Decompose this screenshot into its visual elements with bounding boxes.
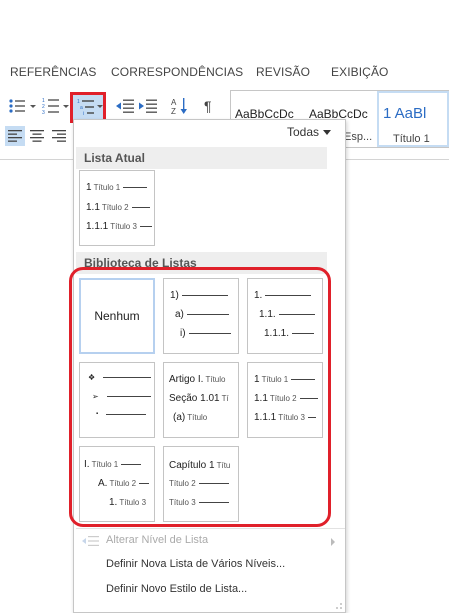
change-list-level-menu-item[interactable]: Alterar Nível de Lista: [106, 534, 208, 546]
decrease-indent-icon[interactable]: [116, 99, 134, 113]
bullets-icon: [9, 99, 25, 113]
align-left-button[interactable]: [5, 126, 25, 146]
align-center-icon[interactable]: [30, 130, 44, 142]
list-level-1: 1 Título 1: [86, 182, 148, 193]
chevron-down-icon: [97, 105, 103, 108]
svg-text:3: 3: [42, 110, 45, 115]
align-left-icon: [8, 130, 22, 142]
change-list-level-icon: [82, 536, 99, 546]
section-header-current-list: Lista Atual: [76, 147, 327, 169]
library-highlight-annotation: [69, 267, 331, 527]
increase-indent-icon[interactable]: [139, 99, 157, 113]
resize-grip-icon[interactable]: [335, 602, 343, 610]
list-filter-dropdown[interactable]: Todas: [287, 125, 331, 139]
define-list-style-menu-item[interactable]: Definir Novo Estilo de Lista...: [106, 583, 247, 595]
show-formatting-marks-icon[interactable]: ¶: [203, 98, 217, 114]
svg-text:Z: Z: [171, 107, 176, 115]
filter-label: Todas: [286, 125, 319, 139]
bullets-button[interactable]: [8, 96, 38, 116]
style-sample-text: 1 AaBl: [383, 105, 427, 122]
menu-divider: [76, 528, 345, 529]
chevron-right-icon: [331, 538, 335, 546]
numbering-button[interactable]: 1 2 3: [42, 96, 70, 116]
list-level-2: 1.1 Título 2: [86, 202, 150, 213]
style-heading-1[interactable]: 1 AaBl Título 1: [377, 91, 449, 147]
numbering-icon: 1 2 3: [42, 98, 59, 115]
chevron-down-icon: [323, 129, 331, 135]
chevron-down-icon: [30, 105, 36, 108]
svg-text:i: i: [83, 111, 84, 116]
align-right-icon[interactable]: [52, 130, 66, 142]
tab-mailings[interactable]: CORRESPONDÊNCIAS: [111, 65, 243, 79]
style-name: Esp...: [344, 131, 373, 143]
svg-text:¶: ¶: [204, 98, 212, 114]
current-list-thumbnail[interactable]: 1 Título 1 1.1 Título 2 1.1.1 Título 3: [79, 170, 155, 246]
tab-view[interactable]: EXIBIÇÃO: [331, 65, 388, 79]
svg-text:A: A: [171, 98, 177, 107]
tab-references[interactable]: REFERÊNCIAS: [10, 65, 96, 79]
list-level-3: 1.1.1 Título 3: [86, 221, 152, 232]
style-name: Título 1: [393, 133, 430, 145]
define-multilevel-list-menu-item[interactable]: Definir Nova Lista de Vários Níveis...: [106, 558, 285, 570]
tab-review[interactable]: REVISÃO: [256, 65, 310, 79]
multilevel-list-icon: 1 a i: [77, 99, 94, 116]
sort-icon[interactable]: A Z: [171, 97, 189, 115]
chevron-down-icon: [63, 105, 69, 108]
ribbon-tab-bar: REFERÊNCIAS CORRESPONDÊNCIAS REVISÃO EXI…: [0, 62, 449, 82]
